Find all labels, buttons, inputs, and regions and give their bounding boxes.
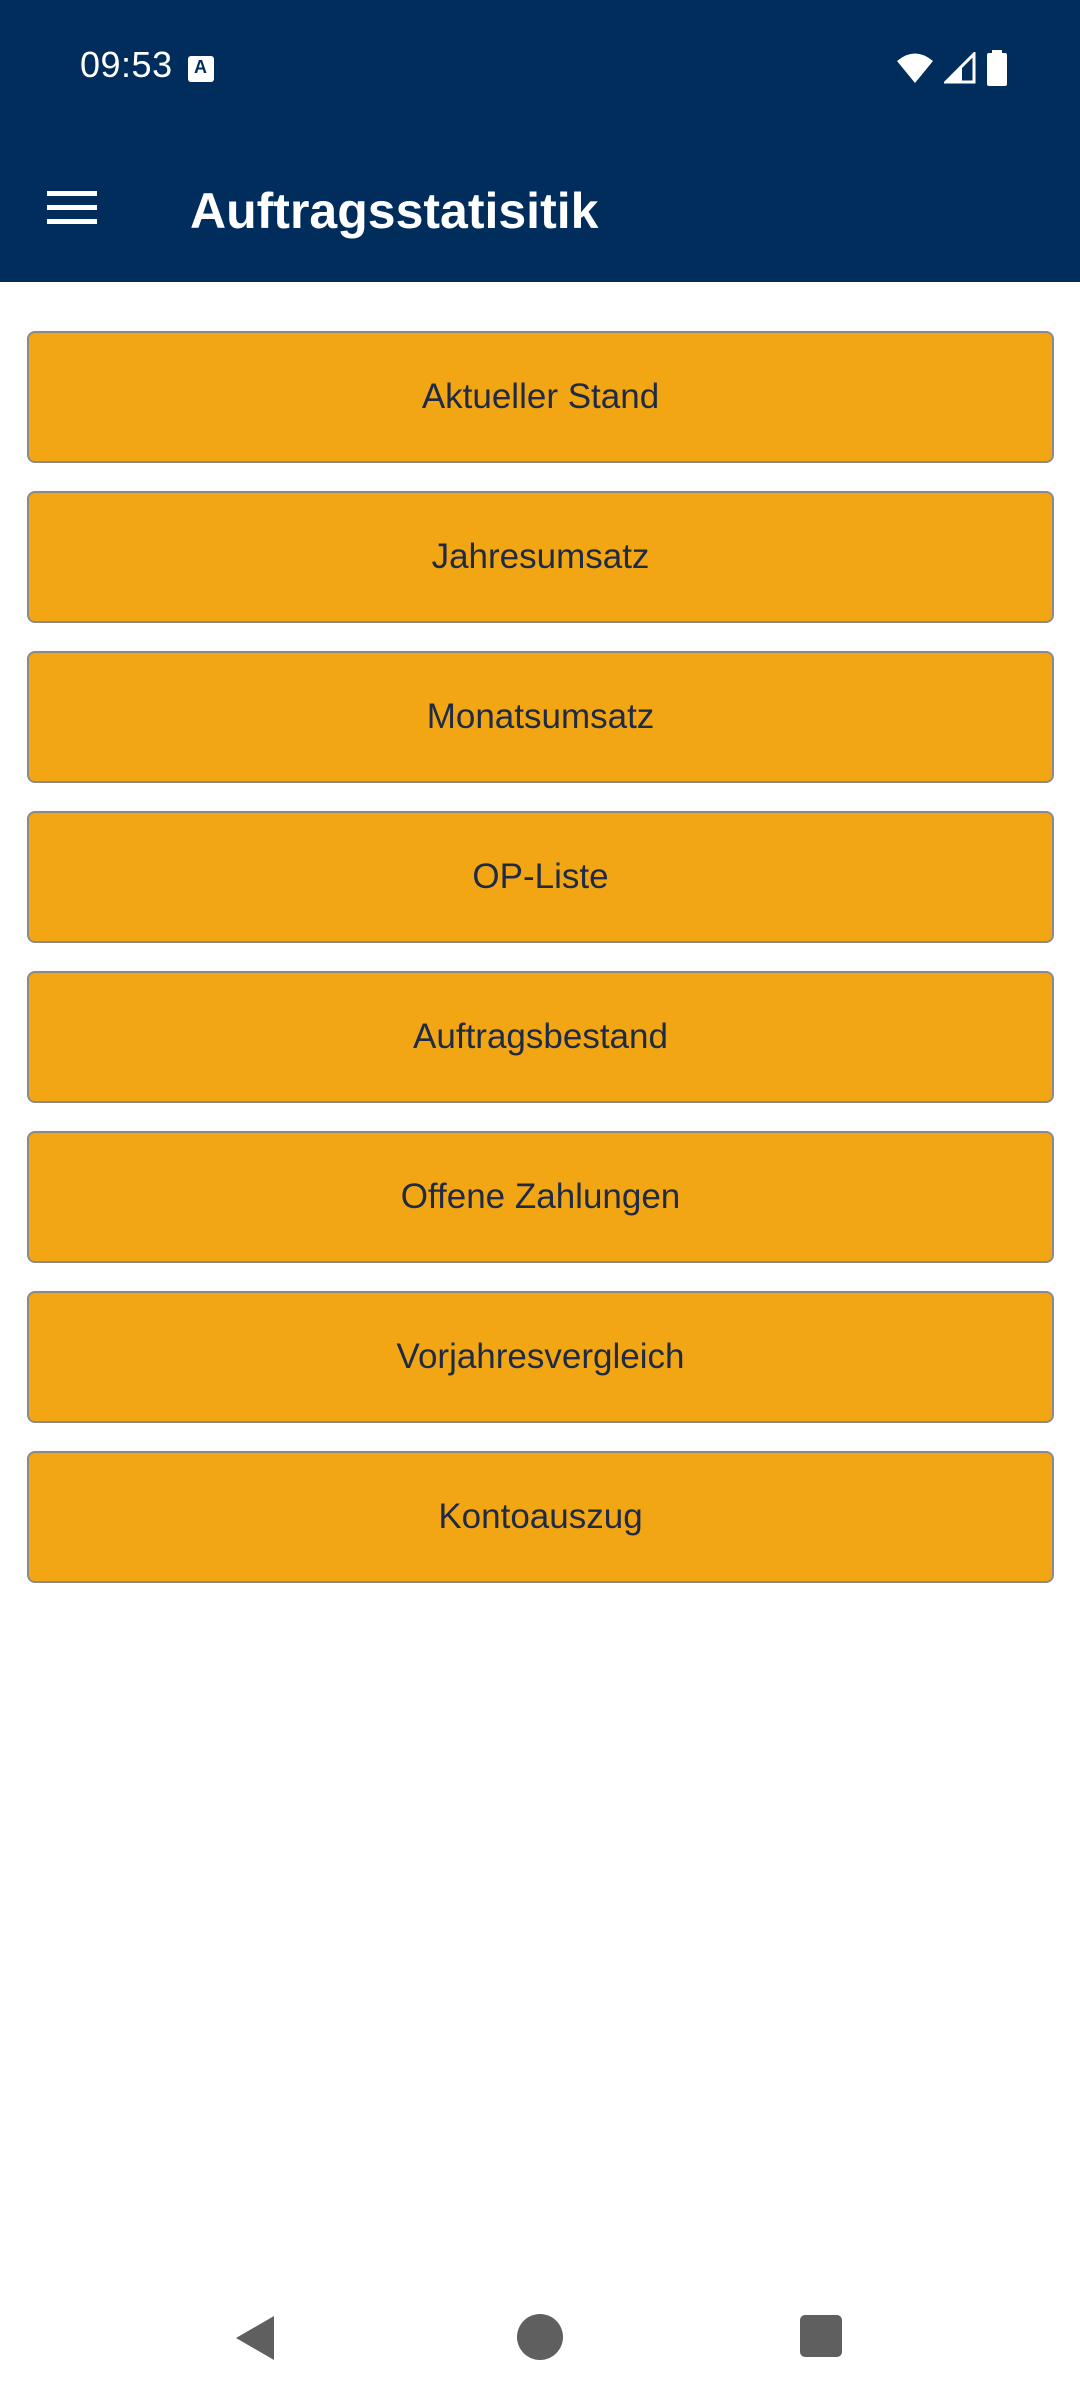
navigation-bar: [0, 2280, 1080, 2400]
jahresumsatz-button[interactable]: Jahresumsatz: [27, 491, 1054, 623]
monatsumsatz-button[interactable]: Monatsumsatz: [27, 651, 1054, 783]
system-icons: [896, 50, 1008, 86]
recents-icon[interactable]: [800, 2315, 842, 2357]
aktueller-stand-button[interactable]: Aktueller Stand: [27, 331, 1054, 463]
wifi-icon: [897, 53, 933, 83]
back-icon[interactable]: [234, 2314, 276, 2362]
home-icon[interactable]: [517, 2314, 563, 2360]
kontoauszug-button[interactable]: Kontoauszug: [27, 1451, 1054, 1583]
menu-button-list: Aktueller Stand Jahresumsatz Monatsumsat…: [27, 331, 1054, 1611]
status-time: 09:53: [80, 44, 173, 85]
menu-button[interactable]: [44, 180, 100, 236]
top-header: 09:53 Auftragsstatisitik: [0, 0, 1080, 282]
offene-zahlungen-button[interactable]: Offene Zahlungen: [27, 1131, 1054, 1263]
auftragsbestand-button[interactable]: Auftragsbestand: [27, 971, 1054, 1103]
status-bar: 09:53: [0, 0, 1080, 136]
signal-icon: [944, 52, 976, 84]
hamburger-menu-icon: [47, 191, 97, 224]
op-liste-button[interactable]: OP-Liste: [27, 811, 1054, 943]
vorjahresvergleich-button[interactable]: Vorjahresvergleich: [27, 1291, 1054, 1423]
accessibility-notification-icon: [188, 56, 214, 82]
page-title: Auftragsstatisitik: [190, 183, 599, 239]
app-bar: Auftragsstatisitik: [0, 136, 1080, 282]
battery-icon: [987, 50, 1007, 86]
